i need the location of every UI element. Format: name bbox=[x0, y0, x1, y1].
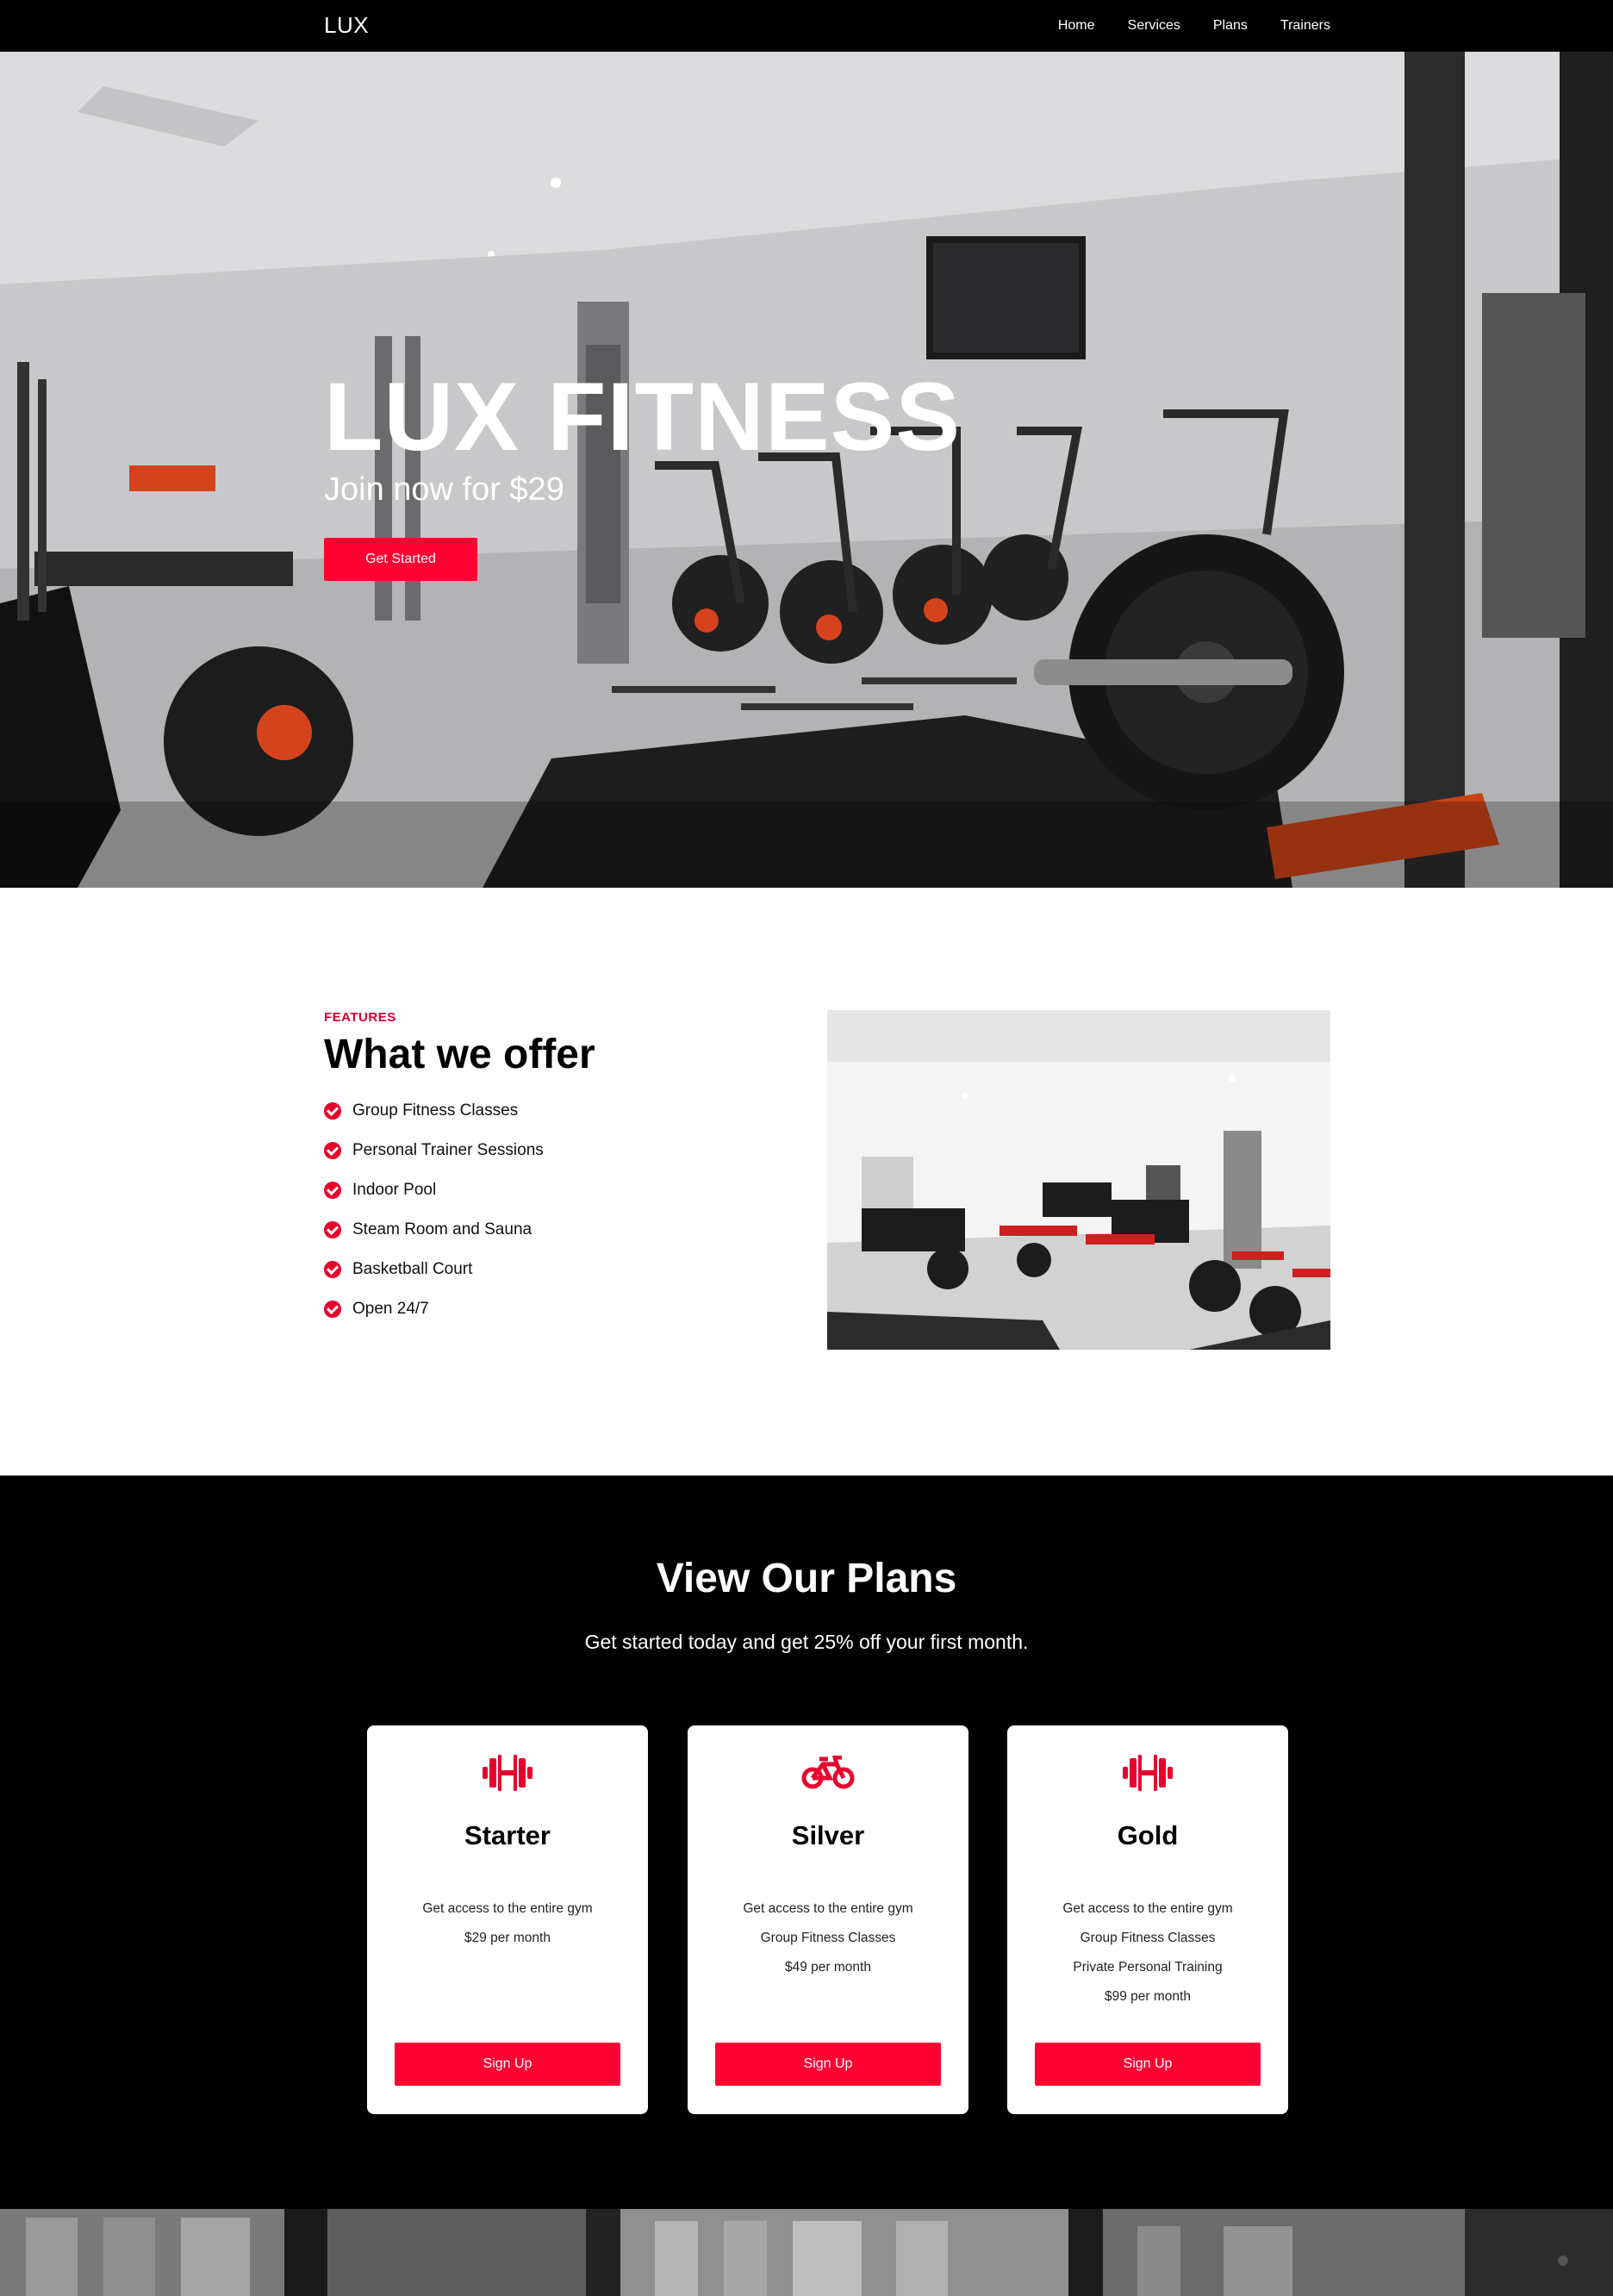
plan-name: Gold bbox=[1117, 1820, 1179, 1850]
nav-link-trainers[interactable]: Trainers bbox=[1280, 18, 1330, 34]
nav-link-plans[interactable]: Plans bbox=[1213, 18, 1248, 34]
plan-detail: Private Personal Training bbox=[1073, 1960, 1223, 1975]
plan-price: $49 per month bbox=[785, 1960, 871, 1975]
plan-name: Silver bbox=[791, 1820, 865, 1850]
gold-signup-button[interactable]: Sign Up bbox=[1035, 2043, 1261, 2086]
gym-interior-photo bbox=[827, 1010, 1330, 1350]
hero-section: LUX FITNESS Join now for $29 Get Started bbox=[0, 52, 1613, 888]
feature-label: Basketball Court bbox=[352, 1260, 473, 1278]
check-circle-icon bbox=[324, 1221, 341, 1238]
plans-section: View Our Plans Get started today and get… bbox=[0, 1476, 1613, 2210]
plan-card-gold: Gold Get access to the entire gym Group … bbox=[1007, 1725, 1288, 2114]
check-circle-icon bbox=[324, 1142, 341, 1159]
plan-detail: Get access to the entire gym bbox=[422, 1901, 593, 1916]
feature-label: Indoor Pool bbox=[352, 1181, 437, 1199]
nav-link-services[interactable]: Services bbox=[1128, 18, 1180, 34]
check-circle-icon bbox=[324, 1261, 341, 1278]
plan-card-silver: Silver Get access to the entire gym Grou… bbox=[688, 1725, 968, 2114]
get-started-button[interactable]: Get Started bbox=[324, 538, 477, 581]
features-list: Group Fitness Classes Personal Trainer S… bbox=[324, 1091, 544, 1329]
feature-item: Open 24/7 bbox=[324, 1289, 544, 1329]
features-kicker: FEATURES bbox=[324, 1010, 396, 1025]
feature-item: Steam Room and Sauna bbox=[324, 1210, 544, 1250]
plan-detail: Group Fitness Classes bbox=[1080, 1931, 1216, 1945]
plan-price: $99 per month bbox=[1105, 1989, 1191, 2004]
navbar: LUX Home Services Plans Trainers bbox=[0, 0, 1613, 52]
check-circle-icon bbox=[324, 1301, 341, 1318]
plan-price: $29 per month bbox=[464, 1931, 551, 1945]
feature-item: Indoor Pool bbox=[324, 1170, 544, 1210]
feature-label: Steam Room and Sauna bbox=[352, 1220, 532, 1238]
plan-detail: Get access to the entire gym bbox=[743, 1901, 913, 1916]
features-title: What we offer bbox=[324, 1032, 595, 1077]
check-circle-icon bbox=[324, 1102, 341, 1120]
nav-links: Home Services Plans Trainers bbox=[1025, 0, 1330, 52]
plan-details: Get access to the entire gym Group Fitne… bbox=[688, 1894, 968, 1982]
hero-title: LUX FITNESS bbox=[324, 363, 962, 471]
feature-item: Basketball Court bbox=[324, 1250, 544, 1289]
features-section: FEATURES What we offer Group Fitness Cla… bbox=[0, 888, 1613, 1476]
plan-card-starter: Starter Get access to the entire gym $29… bbox=[367, 1725, 648, 2114]
dumbbell-icon bbox=[1007, 1751, 1288, 1794]
dumbbell-icon bbox=[367, 1751, 648, 1794]
plan-name: Starter bbox=[464, 1820, 551, 1850]
plans-title: View Our Plans bbox=[656, 1556, 957, 1601]
feature-label: Open 24/7 bbox=[352, 1300, 429, 1318]
starter-signup-button[interactable]: Sign Up bbox=[395, 2043, 620, 2086]
feature-item: Personal Trainer Sessions bbox=[324, 1131, 544, 1170]
nav-link-home[interactable]: Home bbox=[1058, 18, 1095, 34]
feature-label: Personal Trainer Sessions bbox=[352, 1141, 544, 1159]
plan-details: Get access to the entire gym $29 per mon… bbox=[367, 1894, 648, 1953]
trainers-section-photo bbox=[0, 2209, 1613, 2296]
plans-subtitle: Get started today and get 25% off your f… bbox=[584, 1631, 1029, 1653]
plan-detail: Group Fitness Classes bbox=[760, 1931, 896, 1945]
plan-detail: Get access to the entire gym bbox=[1062, 1901, 1233, 1916]
brand-logo[interactable]: LUX bbox=[324, 12, 369, 39]
feature-item: Group Fitness Classes bbox=[324, 1091, 544, 1131]
hero-subtitle: Join now for $29 bbox=[324, 471, 564, 508]
plan-details: Get access to the entire gym Group Fitne… bbox=[1007, 1894, 1288, 2012]
silver-signup-button[interactable]: Sign Up bbox=[715, 2043, 941, 2086]
check-circle-icon bbox=[324, 1182, 341, 1199]
feature-label: Group Fitness Classes bbox=[352, 1101, 519, 1120]
bicycle-icon bbox=[688, 1751, 968, 1794]
